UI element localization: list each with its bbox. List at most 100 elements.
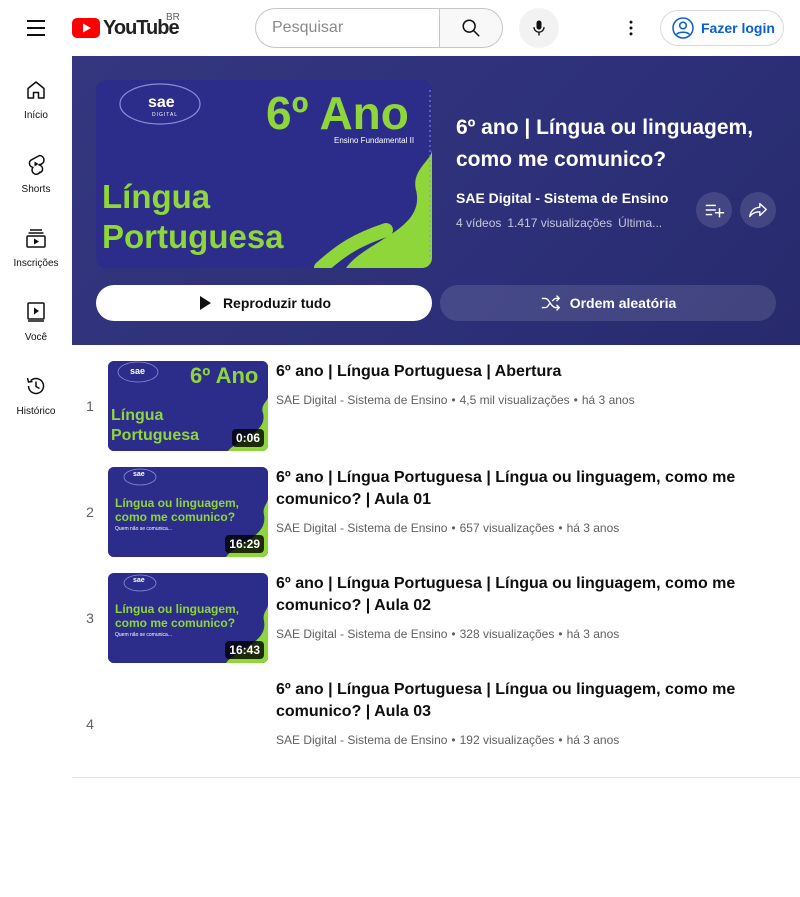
subscriptions-icon (26, 229, 46, 248)
video-thumbnail[interactable]: sae Língua ou linguagem, como me comunic… (108, 467, 268, 557)
shuffle-label: Ordem aleatória (569, 295, 677, 311)
nav-label: Shorts (21, 184, 51, 195)
microphone-icon (533, 20, 545, 36)
thumbnail-grade: 6º Ano (266, 87, 409, 139)
voice-search-button[interactable] (519, 8, 559, 48)
thumbnail-grade-sub: Ensino Fundamental II (334, 136, 415, 145)
playlist-video-row[interactable]: 3 sae Língua ou linguagem, como me comun… (72, 557, 800, 663)
video-age: há 3 anos (566, 627, 620, 641)
search-button[interactable] (439, 8, 503, 48)
video-duration: 16:43 (225, 641, 264, 659)
video-views: 328 visualizações (459, 627, 555, 641)
video-thumbnail[interactable]: sae 6º Ano Língua Portuguesa 0:06 (108, 361, 268, 451)
share-icon (749, 202, 767, 218)
shuffle-icon (541, 295, 560, 311)
nav-item-you[interactable]: Você (0, 278, 72, 352)
playlist-video-list: 1 sae 6º Ano Língua Portuguesa 0:06 6º a… (72, 345, 800, 769)
video-channel[interactable]: SAE Digital - Sistema de Ensino (276, 627, 447, 641)
playlist-video-row[interactable]: 4 6º ano | Língua Portuguesa | Língua ou… (72, 663, 800, 769)
shorts-icon (28, 154, 45, 175)
playlist-video-row[interactable]: 2 sae Língua ou linguagem, como me comun… (72, 451, 800, 557)
video-title[interactable]: 6º ano | Língua Portuguesa | Língua ou l… (276, 573, 746, 617)
hamburger-line (27, 27, 45, 29)
thumbnail-brand: sae (148, 94, 175, 111)
thumbnail-grade: 6º Ano (190, 363, 259, 388)
video-index: 3 (86, 610, 94, 626)
you-icon (27, 302, 45, 322)
share-button[interactable] (740, 192, 776, 228)
meta-dot: • (451, 393, 456, 407)
playlist-meta: 4 vídeos 1.417 visualizações Última... (456, 216, 666, 230)
playlist-video-row[interactable]: 1 sae 6º Ano Língua Portuguesa 0:06 6º a… (72, 345, 800, 451)
play-all-label: Reproduzir tudo (222, 295, 332, 311)
video-title[interactable]: 6º ano | Língua Portuguesa | Abertura (276, 361, 746, 383)
play-icon (199, 296, 211, 310)
shuffle-button[interactable]: Ordem aleatória (440, 285, 776, 321)
search-box (255, 8, 440, 48)
playlist-channel[interactable]: SAE Digital - Sistema de Ensino (456, 190, 668, 206)
nav-item-home[interactable]: Início (0, 56, 72, 130)
view-count: 1.417 visualizações (507, 216, 613, 230)
youtube-play-icon (72, 18, 100, 38)
playlist-title: 6º ano | Língua ou linguagem, como me co… (456, 116, 754, 171)
video-age: há 3 anos (566, 733, 620, 747)
video-meta: SAE Digital - Sistema de Ensino • 328 vi… (276, 627, 619, 641)
video-channel[interactable]: SAE Digital - Sistema de Ensino (276, 393, 447, 407)
thumbnail-caption: Quem não se comunica... (115, 632, 172, 638)
video-views: 192 visualizações (459, 733, 555, 747)
nav-item-shorts[interactable]: Shorts (0, 130, 72, 204)
nav-label: Inscrições (13, 258, 59, 269)
meta-dot: • (558, 627, 563, 641)
meta-dot: • (558, 733, 563, 747)
thumbnail-line1: Língua ou linguagem, (115, 602, 239, 616)
thumbnail-line2: como me comunico? (115, 616, 236, 630)
thumbnail-brand: sae (133, 577, 145, 584)
search-input[interactable] (272, 19, 424, 37)
thumbnail-caption: Quem não se comunica... (115, 526, 172, 532)
thumbnail-subject-line1: Língua (102, 178, 211, 215)
playlist-add-icon (705, 204, 725, 218)
home-icon (27, 81, 45, 99)
playlist-thumbnail[interactable]: sae DIGITAL 6º Ano Ensino Fundamental II… (96, 80, 432, 268)
thumbnail-subject-line2: Portuguesa (102, 218, 284, 255)
play-all-button[interactable]: Reproduzir tudo (96, 285, 432, 321)
video-title[interactable]: 6º ano | Língua Portuguesa | Língua ou l… (276, 679, 746, 723)
video-meta: SAE Digital - Sistema de Ensino • 4,5 mi… (276, 393, 635, 407)
settings-menu-button[interactable] (611, 8, 651, 48)
video-age: há 3 anos (566, 521, 620, 535)
video-duration: 16:29 (225, 535, 264, 553)
video-meta: SAE Digital - Sistema de Ensino • 192 vi… (276, 733, 619, 747)
video-thumbnail[interactable]: sae Língua ou linguagem, como me comunic… (108, 573, 268, 663)
video-age: há 3 anos (581, 393, 635, 407)
video-channel[interactable]: SAE Digital - Sistema de Ensino (276, 733, 447, 747)
video-views: 657 visualizações (459, 521, 555, 535)
save-playlist-button[interactable] (696, 192, 732, 228)
video-views: 4,5 mil visualizações (459, 393, 570, 407)
nav-item-history[interactable]: Histórico (0, 352, 72, 426)
video-title[interactable]: 6º ano | Língua Portuguesa | Língua ou l… (276, 467, 746, 511)
video-count: 4 vídeos (456, 216, 502, 230)
thumbnail-line1: Língua ou linguagem, (115, 496, 239, 510)
video-duration: 0:06 (231, 429, 264, 447)
history-icon (26, 377, 45, 395)
more-vert-icon (629, 20, 633, 36)
search-icon (462, 19, 480, 37)
region-code: BR (166, 12, 180, 23)
youtube-logo[interactable]: YouTube BR (72, 12, 180, 40)
video-index: 4 (86, 716, 94, 732)
playlist-header: sae DIGITAL 6º Ano Ensino Fundamental II… (72, 56, 800, 345)
video-channel[interactable]: SAE Digital - Sistema de Ensino (276, 521, 447, 535)
hamburger-line (27, 34, 45, 36)
last-updated: Última... (618, 216, 663, 230)
sign-in-button[interactable]: Fazer login (660, 10, 784, 46)
nav-item-subscriptions[interactable]: Inscrições (0, 204, 72, 278)
meta-dot: • (558, 521, 563, 535)
meta-dot: • (451, 521, 456, 535)
account-circle-icon (672, 17, 694, 39)
thumbnail-brand: sae (130, 366, 146, 376)
video-thumbnail[interactable] (108, 679, 268, 769)
menu-button[interactable] (16, 8, 56, 48)
meta-dot: • (451, 733, 456, 747)
sign-in-label: Fazer login (701, 20, 775, 36)
nav-label: Início (24, 110, 48, 121)
